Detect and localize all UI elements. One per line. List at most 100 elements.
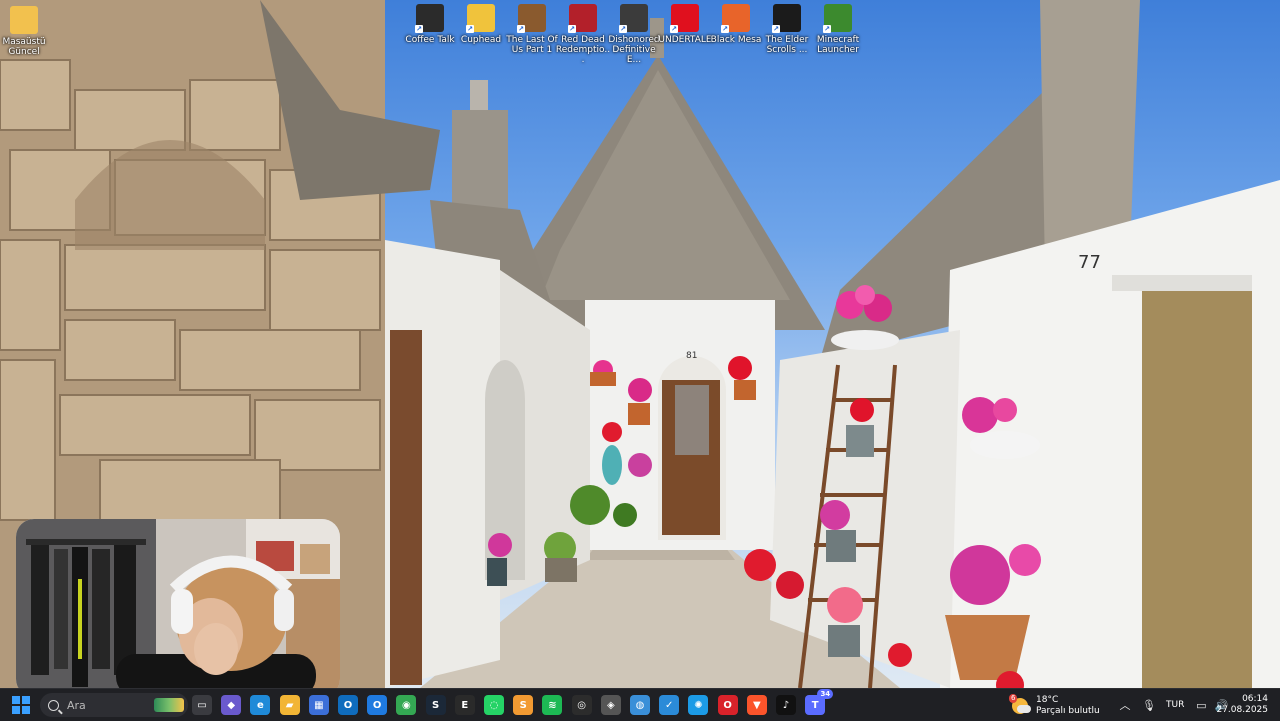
shortcut-arrow-icon: ↗ [619, 25, 627, 33]
taskbar-app-glyph: ◉ [402, 699, 411, 711]
opera-icon[interactable]: O [717, 695, 738, 715]
taskbar-app-glyph: S [519, 699, 527, 711]
weather-icon: 6 [1009, 694, 1031, 714]
windows-logo-icon [22, 696, 30, 704]
store-icon[interactable]: ▦ [308, 695, 329, 715]
black-mesa-icon: ↗ [721, 4, 750, 33]
system-tray: ︿ 🎙 TUR ▭ 🔊 [1118, 689, 1229, 721]
battle-net-icon[interactable]: ✺ [688, 695, 709, 715]
webcam-overlay [16, 519, 340, 697]
spotify-icon[interactable]: ≋ [542, 695, 563, 715]
chevron-up-icon[interactable]: ︿ [1118, 698, 1132, 712]
shortcut-arrow-icon: ↗ [568, 25, 576, 33]
house-number-81: 81 [686, 351, 697, 361]
desktop-icon[interactable]: ↗ Minecraft Launcher [810, 4, 866, 55]
desktop-icon-label: UNDERTALE [658, 35, 712, 45]
desktop-icon[interactable]: ↗ Coffee Talk [402, 4, 458, 45]
desktop-icon-label: Dishonored Definitive E... [608, 35, 660, 65]
webcam-feed [16, 519, 340, 697]
desktop-icon[interactable]: ↗ Dishonored Definitive E... [606, 4, 662, 65]
whatsapp-icon[interactable]: ◌ [484, 695, 504, 715]
dishonored-icon: ↗ [619, 4, 648, 33]
desktop-icon[interactable]: ↗ The Last Of Us Part 1 [504, 4, 560, 55]
shortcut-arrow-icon: ↗ [517, 25, 525, 33]
epic-games-icon[interactable]: E [454, 695, 475, 715]
shortcut-arrow-icon: ↗ [721, 25, 729, 33]
taskbar-app-glyph: ♪ [782, 699, 790, 711]
desktop-icon-label: Masaüstü Güncel [2, 37, 46, 57]
taskbar-app-glyph: T [811, 699, 819, 711]
taskbar-app-glyph: E [461, 699, 469, 711]
brave-icon[interactable]: ▼ [746, 695, 767, 715]
copilot-icon[interactable]: ◆ [221, 695, 242, 715]
language-indicator[interactable]: TUR [1166, 700, 1184, 710]
clock-time: 06:14 [1242, 694, 1268, 704]
file-explorer-icon[interactable]: ▰ [279, 695, 300, 715]
heart-icon: ↗ [670, 4, 699, 33]
display-icon[interactable]: ▭ [1194, 698, 1208, 712]
desktop-icon[interactable]: ↗ Red Dead Redemptio... [555, 4, 611, 65]
taskbar-app-glyph: ▭ [197, 699, 207, 711]
taskbar-app-glyph: e [256, 699, 264, 711]
taskbar-app-glyph: ◌ [489, 699, 499, 711]
taskbar-search[interactable]: Ara [40, 693, 188, 717]
start-button[interactable] [12, 696, 30, 714]
desktop-icon[interactable]: ↗ UNDERTALE [657, 4, 713, 45]
taskbar: Ara ▭ ◆ e ▰ ▦ O O ◉ S E ◌ S ≋ ◎ ◈ ◍ ✓ ✺ O ▼ ♪ T 34 6 18°C Parç… [0, 688, 1280, 721]
chrome-icon[interactable]: ◉ [396, 695, 417, 715]
rdr-icon: ↗ [568, 4, 597, 33]
outlook-new-icon[interactable]: O [367, 695, 388, 715]
shortcut-arrow-icon: ↗ [670, 25, 678, 33]
desktop-icon[interactable]: ↗ Black Mesa [708, 4, 764, 45]
search-placeholder: Ara [67, 698, 86, 712]
globe-icon[interactable]: ◍ [630, 695, 650, 715]
search-highlight-icon [154, 698, 184, 712]
shortcut-arrow-icon: ↗ [466, 25, 474, 33]
teams-icon[interactable]: T 34 [805, 689, 834, 715]
desktop-icon-label: Black Mesa [710, 35, 762, 45]
desktop-icon[interactable]: ↗ The Elder Scrolls ... [759, 4, 815, 55]
desktop-icon-label: Coffee Talk [405, 35, 455, 45]
tiktok-icon[interactable]: ♪ [776, 695, 796, 715]
windows-logo-icon [12, 696, 20, 704]
desktop-icon[interactable]: ↗ Cuphead [453, 4, 509, 45]
shortcut-arrow-icon: ↗ [415, 25, 423, 33]
desktop-icon-label: Red Dead Redemptio... [555, 35, 611, 65]
notification-badge: 34 [817, 689, 834, 699]
unity-icon[interactable]: ◈ [600, 695, 621, 715]
taskbar-app-glyph: ▦ [314, 699, 324, 711]
steam-icon[interactable]: S [425, 695, 446, 715]
house-number-77: 77 [1078, 252, 1101, 273]
vscode-icon[interactable]: ✓ [659, 695, 680, 715]
taskbar-app-glyph: ◆ [227, 699, 236, 711]
folder-icon [10, 6, 38, 34]
desktop-icon-label: The Elder Scrolls ... [765, 35, 809, 55]
taskbar-app-glyph: ◈ [606, 699, 615, 711]
edge-icon[interactable]: e [250, 695, 271, 715]
windows-logo-icon [12, 706, 20, 714]
cuphead-icon: ↗ [466, 4, 495, 33]
coffee-talk-icon: ↗ [415, 4, 444, 33]
taskbar-app-glyph: ✺ [694, 699, 703, 711]
obs-icon[interactable]: ◎ [571, 695, 592, 715]
taskbar-app-glyph: ◍ [635, 699, 645, 711]
windows-logo-icon [22, 706, 30, 714]
taskbar-app-glyph: O [372, 699, 382, 711]
taskbar-app-glyph: ✓ [664, 699, 674, 711]
desktop-icon[interactable]: Masaüstü Güncel [0, 6, 52, 57]
clock[interactable]: 06:14 27.08.2025 [1216, 694, 1268, 716]
task-view-icon[interactable]: ▭ [192, 695, 212, 715]
sublime-icon[interactable]: S [513, 695, 534, 715]
desktop-icon-label: Cuphead [460, 35, 502, 45]
elder-scrolls-icon: ↗ [772, 4, 801, 33]
microphone-icon[interactable]: 🎙 [1142, 698, 1156, 712]
tlou-icon: ↗ [517, 4, 546, 33]
weather-widget[interactable]: 6 18°C Parçalı bulutlu [1009, 694, 1100, 718]
weather-condition: Parçalı bulutlu [1036, 706, 1100, 716]
clock-date: 27.08.2025 [1216, 705, 1268, 715]
weather-badge: 6 [1009, 694, 1018, 703]
outlook-icon[interactable]: O [338, 695, 358, 715]
taskbar-app-glyph: O [723, 699, 732, 711]
shortcut-arrow-icon: ↗ [772, 25, 780, 33]
taskbar-app-glyph: S [431, 699, 440, 711]
